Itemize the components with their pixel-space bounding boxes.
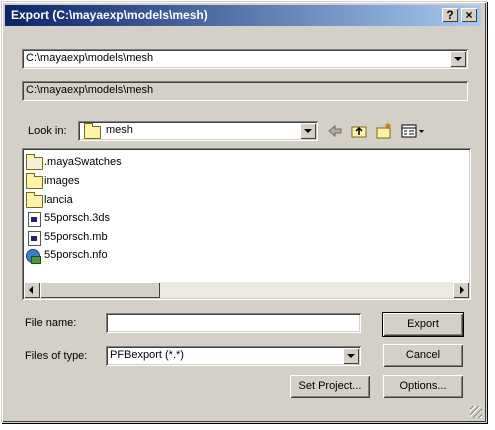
folder-icon <box>84 123 101 139</box>
file-type-dropdown-button[interactable] <box>343 348 359 364</box>
scroll-left-button[interactable] <box>24 282 40 298</box>
new-folder-icon[interactable] <box>375 122 393 140</box>
file-list[interactable]: .mayaSwatches images lancia 55porsch.3ds… <box>22 148 471 300</box>
file-name-label: File name: <box>25 317 77 329</box>
chevron-down-icon <box>454 57 462 61</box>
look-in-label: Look in: <box>28 125 67 137</box>
arrow-right-icon <box>460 286 464 294</box>
help-button[interactable]: ? <box>442 8 458 22</box>
file-type-value: PFBexport (*.*) <box>110 349 184 361</box>
back-arrow-icon[interactable] <box>326 122 344 140</box>
folder-icon <box>26 154 43 170</box>
chevron-down-icon <box>347 354 355 358</box>
scroll-thumb[interactable] <box>40 282 160 298</box>
scroll-right-button[interactable] <box>453 282 469 298</box>
look-in-value: mesh <box>106 124 133 136</box>
cancel-button[interactable]: Cancel <box>383 344 463 367</box>
arrow-left-icon <box>29 286 33 294</box>
set-project-button[interactable]: Set Project... <box>290 375 370 398</box>
file-icon <box>28 231 41 246</box>
path-combo-value: C:\mayaexp\models\mesh <box>26 52 154 64</box>
folder-icon <box>26 173 43 189</box>
file-name-input[interactable] <box>106 313 361 333</box>
look-in-dropdown-button[interactable] <box>300 123 316 139</box>
file-type-label: Files of type: <box>25 350 88 362</box>
resize-grip-icon[interactable] <box>470 406 482 418</box>
path-display-value: C:\mayaexp\models\mesh <box>26 84 154 96</box>
export-button[interactable]: Export <box>382 312 464 337</box>
file-icon <box>28 212 41 227</box>
view-menu-icon[interactable] <box>400 122 426 140</box>
path-combo[interactable]: C:\mayaexp\models\mesh <box>22 49 468 69</box>
path-combo-dropdown-button[interactable] <box>450 51 466 67</box>
options-button[interactable]: Options... <box>383 375 463 398</box>
chevron-down-icon <box>304 129 312 133</box>
path-display: C:\mayaexp\models\mesh <box>22 81 468 101</box>
file-type-select[interactable]: PFBexport (*.*) <box>106 346 361 366</box>
horizontal-scrollbar[interactable] <box>24 282 469 298</box>
export-dialog: Export (C:\mayaexp\models\mesh) ? × C:\m… <box>1 1 487 423</box>
look-in-combo[interactable]: mesh <box>78 121 318 141</box>
window-title: Export (C:\mayaexp\models\mesh) <box>11 8 208 22</box>
close-button[interactable]: × <box>461 8 477 22</box>
title-bar[interactable]: Export (C:\mayaexp\models\mesh) ? × <box>5 5 481 26</box>
up-folder-icon[interactable] <box>350 122 368 140</box>
info-file-icon <box>26 249 41 264</box>
folder-icon <box>26 192 43 208</box>
